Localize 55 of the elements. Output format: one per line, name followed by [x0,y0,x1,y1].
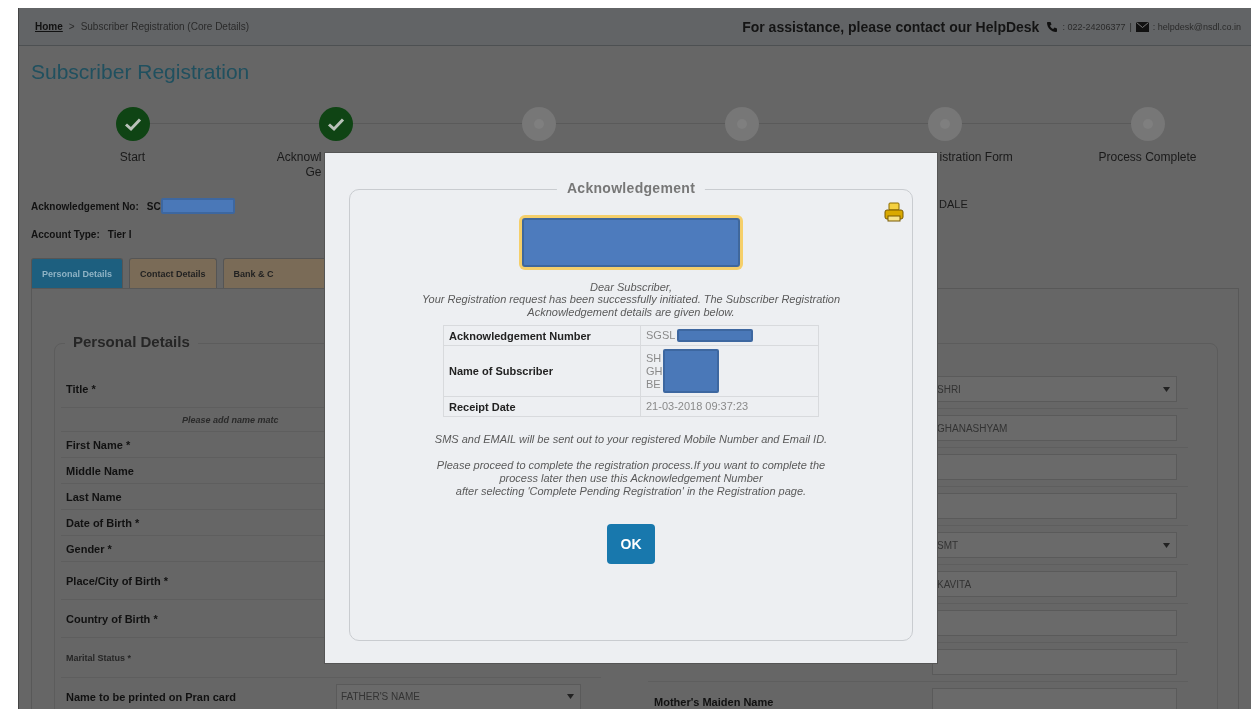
greeting-text: Dear Subscriber, [590,281,672,293]
tab[interactable]: Contact Details [129,258,217,288]
field-label: Gender * [66,542,113,555]
acknowledgement-label: Acknowledgement No: [31,200,139,212]
instruction-text: process later then use this Acknowledgement Number [498,472,764,485]
name-text: DALE [939,198,968,210]
field-label: Marital Status * [66,652,133,663]
field-label: First Name * [66,438,132,451]
message-text: Your Registration request has been successfully initiated. The Subscriber Registration Acknowledgement details are given below. [420,293,842,319]
cell-value: 21-03-2018 09:37:23 [646,400,749,413]
section-legend: Personal Details [65,333,198,350]
input-field[interactable] [932,649,1177,675]
caret-icon [1163,542,1170,548]
caret-icon [1163,386,1170,392]
tab[interactable]: Personal Details [31,258,124,288]
field-label: Last Name [66,490,123,503]
field-label: Date of Birth * [66,516,141,529]
step-label: Acknowl [275,150,322,165]
instruction-text: Please proceed to complete the registration process.If you want to complete the [436,459,826,472]
caret-icon [567,694,574,699]
acknowledgement-value: SC [146,200,161,212]
field-label: Country of Birth * [66,612,159,625]
step-label: Process Complete [1097,150,1198,165]
ok-button[interactable]: OK [607,524,655,564]
field-label: Name to be printed on Pran card [66,690,237,703]
breadcrumb-current: Subscriber Registration (Core Details) [80,21,250,32]
table-cell: Acknowledgement Number [443,325,641,346]
account-type-label: Account Type: [31,228,100,240]
dialog-title: Acknowledgement [556,180,706,196]
step-label: Ge [304,165,322,180]
step-label: Start [118,150,147,165]
field-label: Mother's Maiden Name [654,696,774,708]
sms-note: SMS and EMAIL will be sent out to your registered Mobile Number and Email ID. [434,433,828,445]
table-cell: Name of Subscriber [443,345,641,397]
instruction-text: after selecting 'Complete Pending Registration' in the Registration page. [454,485,808,498]
cell-value: SH [646,351,663,365]
phone-icon [1046,20,1059,33]
step-label: istration Form [939,150,1014,165]
field-label: Place/City of Birth * [66,574,170,587]
cell-value: SGSL [646,329,676,342]
account-type-value: Tier I [107,228,132,240]
printer-icon [884,202,904,222]
table-cell: Receipt Date [443,396,641,417]
field-label: Middle Name [66,464,135,477]
cell-value: GH [646,364,663,378]
mail-icon [1135,21,1149,32]
separator-text: | [1129,21,1132,32]
page-title: Subscriber Registration [31,60,251,85]
helpdesk-text: For assistance, please contact our HelpDesk [742,18,1040,35]
home-link[interactable]: Home [35,21,63,32]
field-label: Title * [66,382,97,395]
hint-text: Please add name matc [181,414,279,425]
helpdesk-phone: : 022-24206377 [1062,21,1126,32]
cell-value: BE [646,377,662,391]
breadcrumb-separator: > [68,21,75,32]
